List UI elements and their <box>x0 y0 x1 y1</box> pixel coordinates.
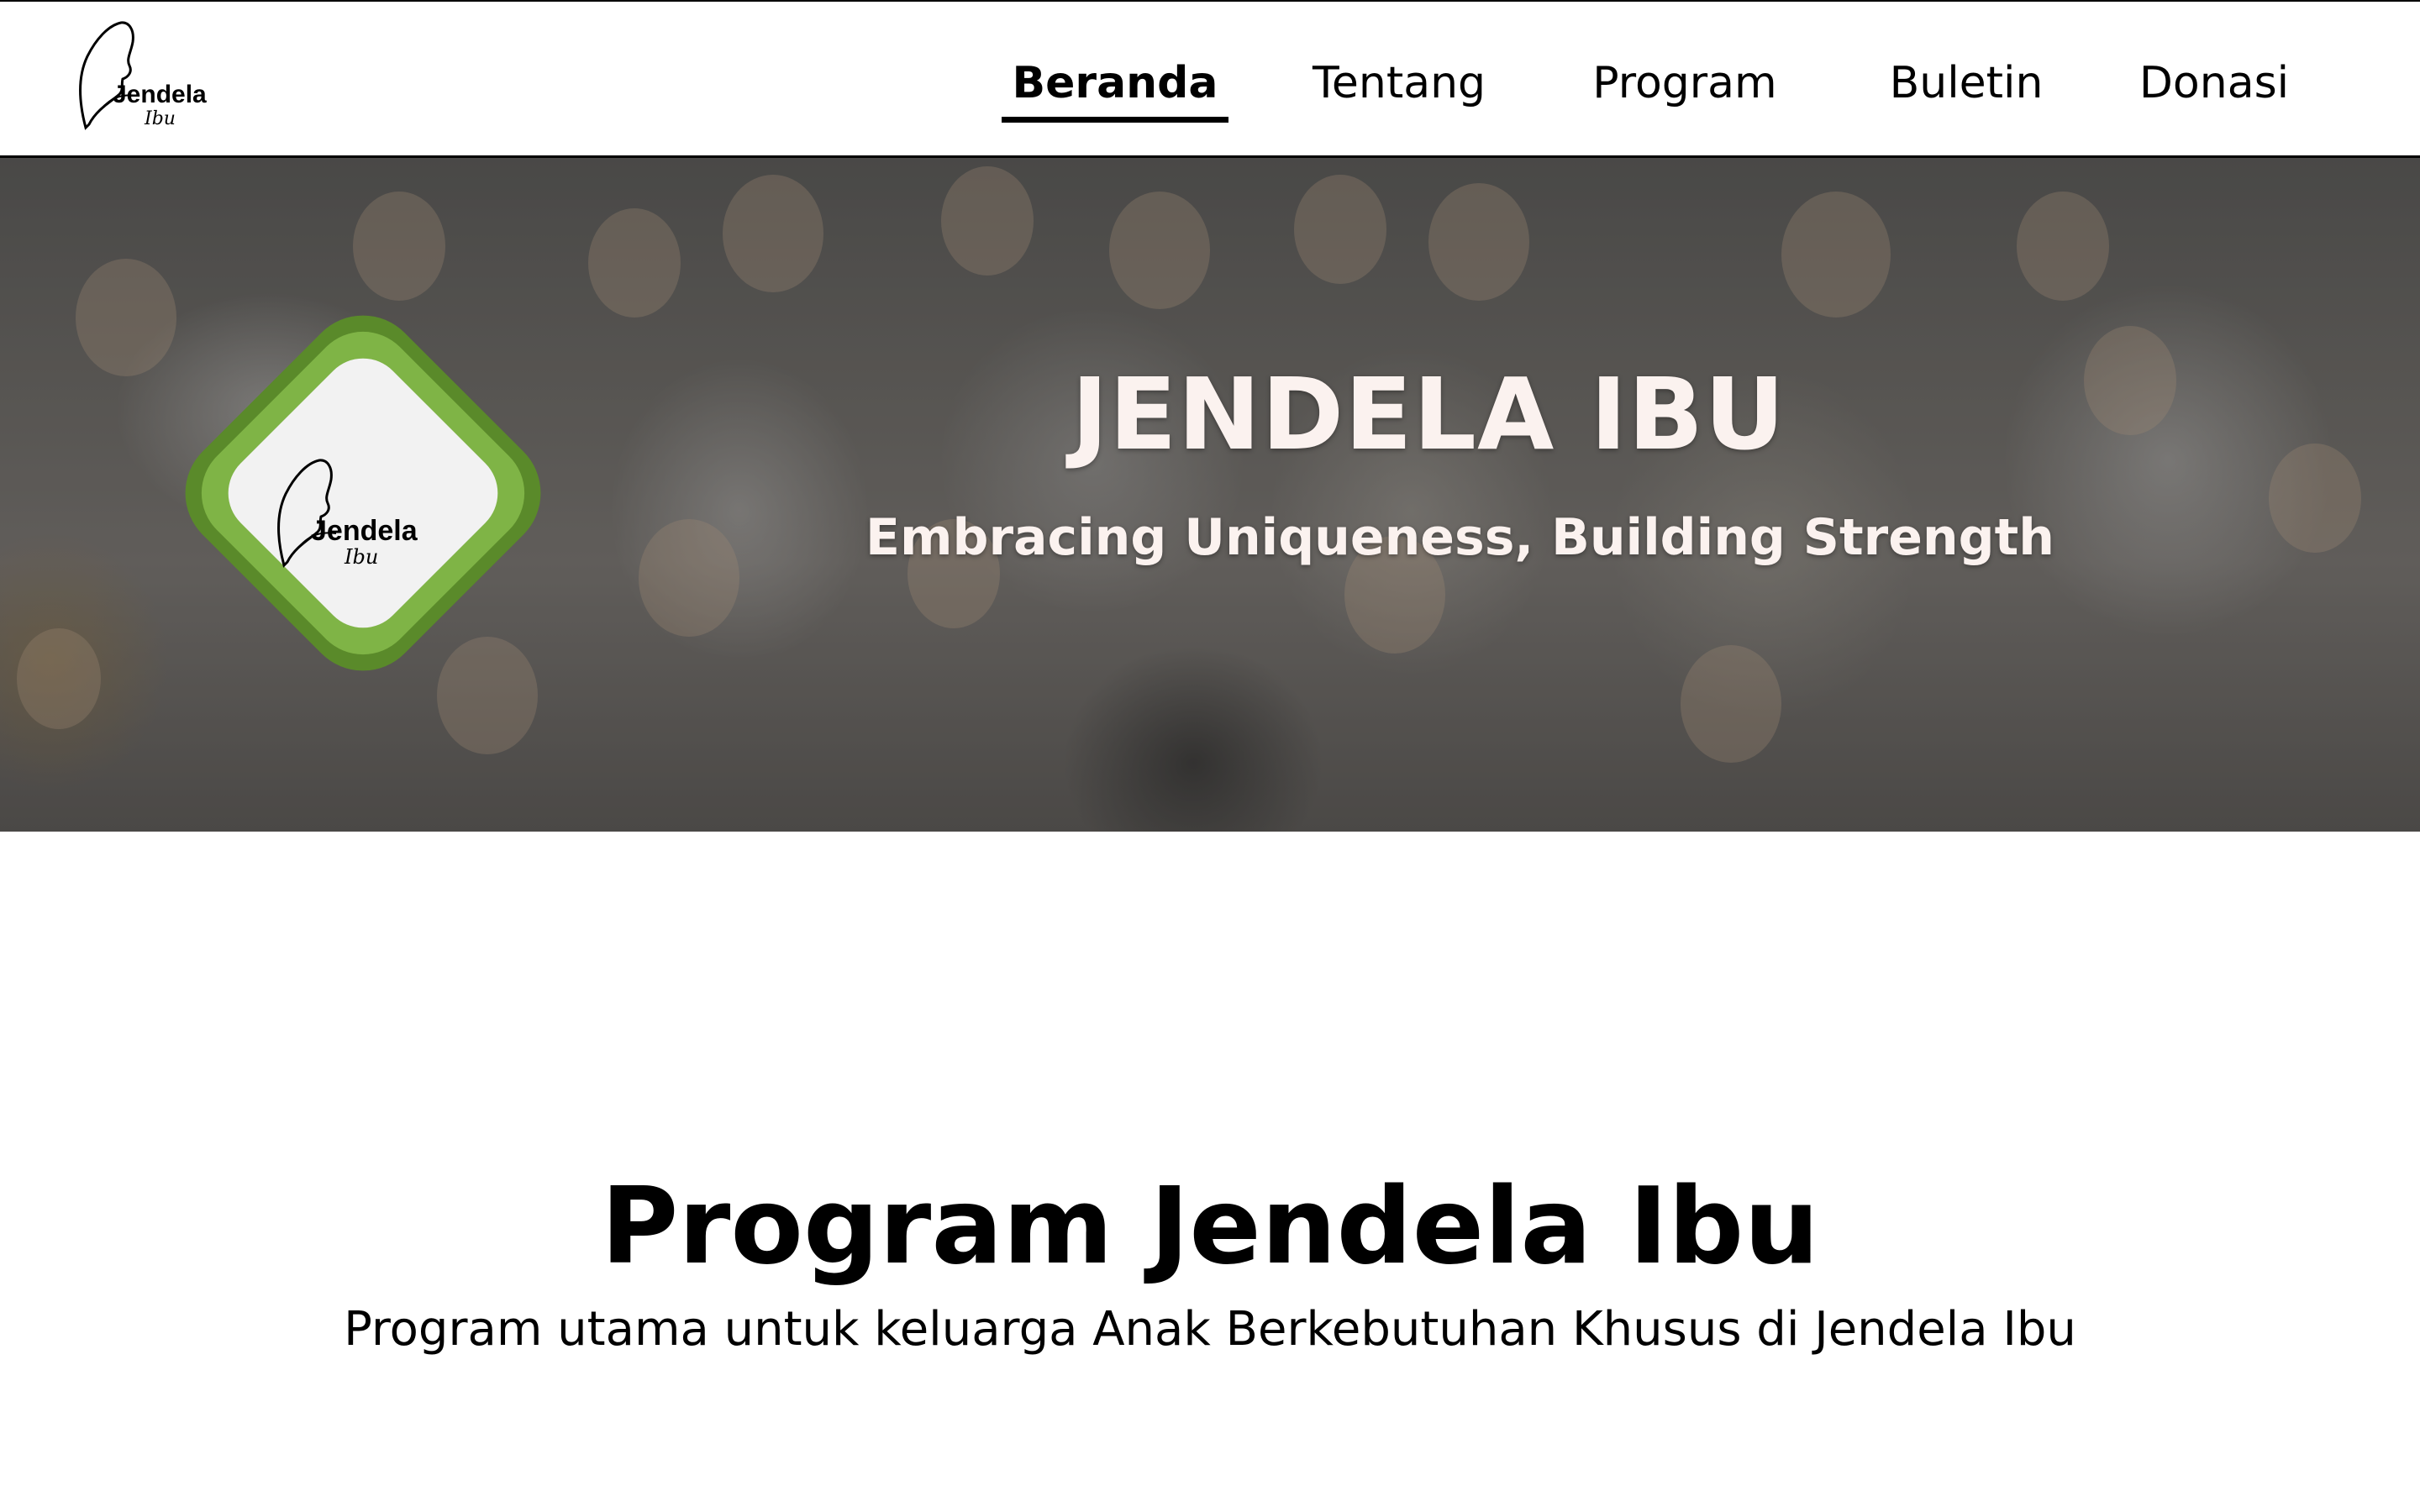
nav-item-tentang[interactable]: Tentang <box>1294 54 1504 113</box>
jendela-ibu-badge-icon: Jendela Ibu <box>158 288 568 698</box>
main-nav: Beranda Tentang Program Buletin Donasi <box>0 2 2420 158</box>
site-header: Jendela Ibu Beranda Tentang Program Bule… <box>0 0 2420 158</box>
hero-banner: Jendela Ibu JENDELA IBU Embracing Unique… <box>0 158 2420 832</box>
active-nav-indicator <box>1002 117 1228 123</box>
badge-word: Jendela <box>311 515 418 547</box>
nav-item-beranda[interactable]: Beranda <box>1002 54 1228 113</box>
hero-title: JENDELA IBU <box>1071 356 1786 472</box>
badge-script-word: Ibu <box>344 545 378 569</box>
nav-item-program[interactable]: Program <box>1580 54 1790 113</box>
hero-subtitle: Embracing Uniqueness, Building Strength <box>865 508 2054 567</box>
nav-item-buletin[interactable]: Buletin <box>1874 54 2059 113</box>
program-section-title: Program Jendela Ibu <box>600 1164 1820 1288</box>
program-section-subtitle: Program utama untuk keluarga Anak Berkeb… <box>344 1302 2076 1357</box>
nav-item-donasi[interactable]: Donasi <box>2126 54 2302 113</box>
